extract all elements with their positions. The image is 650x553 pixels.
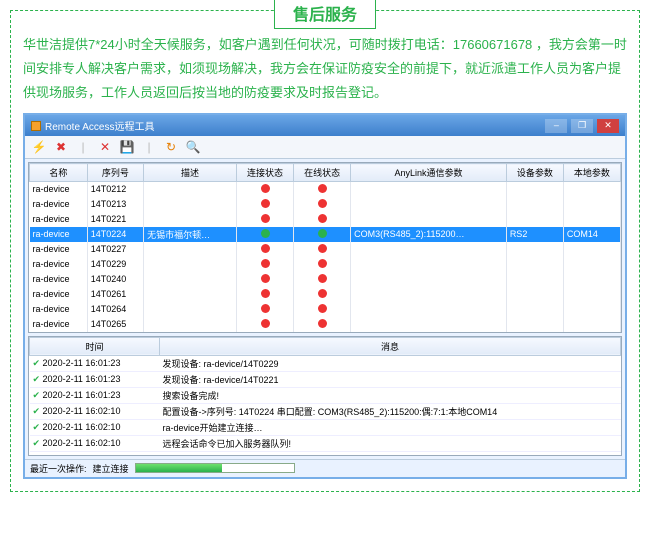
divider: | [75, 139, 91, 155]
table-row[interactable]: ra-device14T0265 [30, 317, 621, 332]
col-header[interactable]: 描述 [144, 164, 237, 182]
table-row[interactable]: ra-device14T0224无锡市福尔顿…COM3(RS485_2):115… [30, 227, 621, 242]
progress-bar [135, 463, 295, 473]
status-label: 最近一次操作: [30, 462, 87, 475]
log-row[interactable]: ✔ 2020-2-11 16:01:23发现设备: ra-device/14T0… [30, 355, 621, 371]
table-row[interactable]: ra-device14T0221 [30, 212, 621, 227]
log-row[interactable]: ✔ 2020-2-11 16:02:10配置设备->序列号: 14T0224 串… [30, 403, 621, 419]
table-row[interactable]: ra-device14T0213 [30, 197, 621, 212]
col-header[interactable]: 在线状态 [294, 164, 351, 182]
table-row[interactable]: ra-device14T0240 [30, 272, 621, 287]
app-window: Remote Access远程工具 – ❐ ✕ ⚡ ✖ | ✕ 💾 | ↻ 🔍 … [23, 113, 627, 479]
table-row[interactable]: ra-device14T0229 [30, 257, 621, 272]
close-button[interactable]: ✕ [597, 119, 619, 133]
divider: | [141, 139, 157, 155]
table-row[interactable]: ra-device14T0227 [30, 242, 621, 257]
connect-icon[interactable]: ⚡ [31, 139, 47, 155]
col-header[interactable]: 设备参数 [506, 164, 563, 182]
intro-text: 华世洁提供7*24小时全天候服务，如客户遇到任何状况，可随时拨打电话：17660… [23, 33, 627, 105]
status-text: 建立连接 [93, 462, 129, 475]
col-header[interactable]: 时间 [30, 337, 160, 355]
table-row[interactable]: ra-device14T0261 [30, 287, 621, 302]
log-grid[interactable]: 时间消息 ✔ 2020-2-11 16:01:23发现设备: ra-device… [28, 336, 622, 456]
col-header[interactable]: 消息 [160, 337, 621, 355]
log-row[interactable]: ✔ 2020-2-11 16:02:17转发创建会话控制命令。 [30, 451, 621, 456]
toolbar: ⚡ ✖ | ✕ 💾 | ↻ 🔍 [25, 136, 625, 159]
minimize-button[interactable]: – [545, 119, 567, 133]
col-header[interactable]: AnyLink通信参数 [351, 164, 507, 182]
delete-icon[interactable]: ✕ [97, 139, 113, 155]
window-controls: – ❐ ✕ [544, 119, 619, 133]
table-row[interactable]: ra-device14T0212 [30, 182, 621, 197]
save-icon[interactable]: 💾 [119, 139, 135, 155]
log-row[interactable]: ✔ 2020-2-11 16:01:23发现设备: ra-device/14T0… [30, 371, 621, 387]
section-title: 售后服务 [274, 0, 376, 29]
status-bar: 最近一次操作: 建立连接 [25, 459, 625, 477]
search-icon[interactable]: 🔍 [185, 139, 201, 155]
col-header[interactable]: 名称 [30, 164, 88, 182]
col-header[interactable]: 连接状态 [237, 164, 294, 182]
col-header[interactable]: 本地参数 [563, 164, 620, 182]
maximize-button[interactable]: ❐ [571, 119, 593, 133]
window-title: Remote Access远程工具 [45, 118, 540, 133]
log-row[interactable]: ✔ 2020-2-11 16:02:10ra-device开始建立连接… [30, 419, 621, 435]
log-row[interactable]: ✔ 2020-2-11 16:01:23搜索设备完成! [30, 387, 621, 403]
window-titlebar[interactable]: Remote Access远程工具 – ❐ ✕ [25, 115, 625, 136]
app-icon [31, 121, 41, 131]
disconnect-icon[interactable]: ✖ [53, 139, 69, 155]
table-row[interactable]: ra-device14T0264 [30, 302, 621, 317]
col-header[interactable]: 序列号 [87, 164, 143, 182]
refresh-icon[interactable]: ↻ [163, 139, 179, 155]
log-row[interactable]: ✔ 2020-2-11 16:02:10远程会话命令已加入服务器队列! [30, 435, 621, 451]
device-grid[interactable]: 名称序列号描述连接状态在线状态AnyLink通信参数设备参数本地参数 ra-de… [28, 162, 622, 333]
